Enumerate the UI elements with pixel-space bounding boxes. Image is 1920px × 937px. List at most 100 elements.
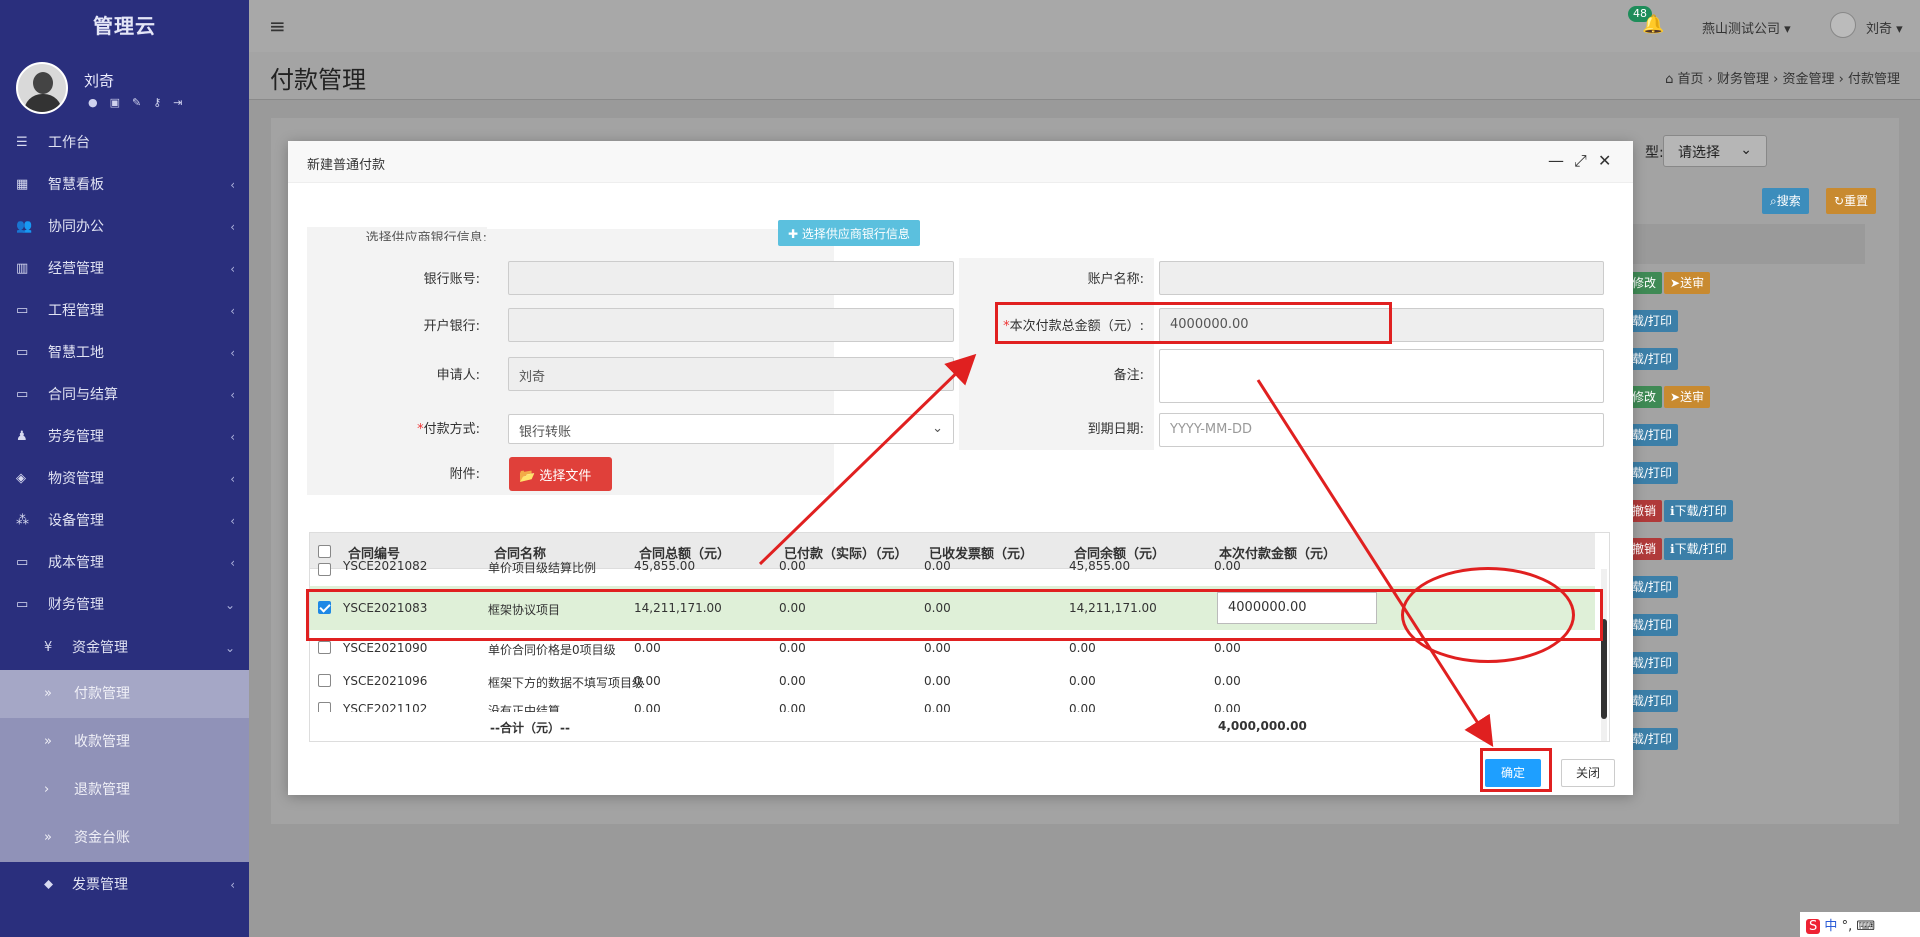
sidebar-item-contract[interactable]: ▭ 合同与结算 ‹ xyxy=(0,374,249,416)
pick-supplier-button[interactable]: ✚ 选择供应商银行信息 xyxy=(778,220,920,246)
sidebar-item-equipment[interactable]: ⁂ 设备管理 ‹ xyxy=(0,500,249,542)
topbar-avatar[interactable] xyxy=(1830,12,1856,38)
pay-method-select[interactable]: 银行转账 ⌄ xyxy=(508,414,954,444)
type-label: 型: xyxy=(1645,145,1664,161)
account-name-field[interactable] xyxy=(1159,261,1604,295)
sidebar-item-refund[interactable]: › 退款管理 xyxy=(0,766,249,814)
minimize-icon[interactable]: — xyxy=(1548,151,1564,170)
breadcrumb-payment: 付款管理 xyxy=(1847,72,1900,87)
chevron-left-icon: ‹ xyxy=(230,304,235,318)
bg-download-button[interactable]: 载/打印 xyxy=(1626,424,1679,446)
sidebar-item-engineering[interactable]: ▭ 工程管理 ‹ xyxy=(0,290,249,332)
breadcrumb-finance[interactable]: 财务管理 xyxy=(1717,72,1769,87)
choose-file-button[interactable]: 📂 选择文件 xyxy=(509,457,612,491)
row-checkbox[interactable] xyxy=(318,641,331,654)
bg-download-button[interactable]: 载/打印 xyxy=(1626,576,1679,598)
caret-down-icon: ▾ xyxy=(1896,22,1903,37)
reset-button[interactable]: ↻重置 xyxy=(1826,188,1877,214)
close-button[interactable]: 关闭 xyxy=(1561,759,1615,787)
double-chevron-icon: » xyxy=(44,830,52,845)
double-chevron-icon: » xyxy=(44,734,52,749)
sidebar-item-invoice[interactable]: ⬥ 发票管理 ‹ xyxy=(0,862,249,908)
row-checkbox[interactable] xyxy=(318,563,331,576)
bg-download-button[interactable]: 载/打印 xyxy=(1626,614,1679,636)
hamburger-icon[interactable]: ≡ xyxy=(269,14,286,38)
breadcrumb-fund[interactable]: 资金管理 xyxy=(1783,72,1835,87)
caret-down-icon: ▾ xyxy=(1784,22,1791,37)
refresh-icon: ↻ xyxy=(1834,194,1845,208)
sidebar-item-labor[interactable]: ♟ 劳务管理 ‹ xyxy=(0,416,249,458)
sidebar-item-finance[interactable]: ▭ 财务管理 ⌄ xyxy=(0,584,249,626)
applicant-field[interactable]: 刘奇 xyxy=(508,357,954,391)
bg-download-button[interactable]: ℹ下载/打印 xyxy=(1664,538,1733,560)
user-panel: 刘奇 ●▣✎⚷⇥ xyxy=(0,52,249,122)
user-icon[interactable]: ● xyxy=(88,96,110,109)
company-dropdown[interactable]: 燕山测试公司 ▾ xyxy=(1702,18,1791,37)
close-icon[interactable]: ✕ xyxy=(1598,151,1611,170)
bg-submit-button[interactable]: ➤送审 xyxy=(1664,272,1711,294)
key-icon[interactable]: ⚷ xyxy=(153,96,173,109)
sidebar-item-dashboard[interactable]: ▦ 智慧看板 ‹ xyxy=(0,164,249,206)
row-checkbox[interactable] xyxy=(318,674,331,687)
search-icon: ⌕ xyxy=(1770,194,1777,208)
bell-icon[interactable]: 🔔 xyxy=(1642,14,1664,35)
sidebar-item-business[interactable]: ▥ 经营管理 ‹ xyxy=(0,248,249,290)
bg-download-button[interactable]: 载/打印 xyxy=(1626,728,1679,750)
avatar[interactable] xyxy=(16,62,68,114)
row-checkbox[interactable] xyxy=(318,702,331,712)
sidebar-item-workbench[interactable]: ☰ 工作台 xyxy=(0,122,249,164)
bg-download-button[interactable]: 载/打印 xyxy=(1626,652,1679,674)
chevron-right-icon: › xyxy=(44,782,50,797)
edit-icon[interactable]: ✎ xyxy=(132,96,153,109)
topbar-user[interactable]: 刘奇 ▾ xyxy=(1866,18,1903,37)
table-row[interactable]: YSCE2021102 没有正中结算 0.00 0.00 0.00 0.00 0… xyxy=(310,698,1595,712)
bg-download-button[interactable]: ℹ下载/打印 xyxy=(1664,500,1733,522)
tag-icon: ⬥ xyxy=(44,877,54,892)
monitor-icon: ▭ xyxy=(16,303,29,318)
total-value: 4,000,000.00 xyxy=(1218,719,1307,733)
table-row[interactable]: YSCE2021096 框架下方的数据不填写项目级 0.00 0.00 0.00… xyxy=(310,665,1595,697)
chevron-left-icon: ‹ xyxy=(230,430,235,444)
new-payment-modal: 新建普通付款 — ⤢ ✕ 选择供应商银行信息: ✚ 选择供应商银行信息 银行账号… xyxy=(288,141,1633,795)
yen-icon: ¥ xyxy=(44,640,53,655)
type-select[interactable]: 请选择 ⌄ xyxy=(1663,135,1767,167)
select-all-checkbox[interactable] xyxy=(318,545,331,558)
bg-download-button[interactable]: 载/打印 xyxy=(1626,690,1679,712)
bank-field[interactable] xyxy=(508,308,954,342)
chart-icon: ▥ xyxy=(16,261,29,276)
monitor-icon: ▭ xyxy=(16,597,29,612)
remark-textarea[interactable] xyxy=(1159,349,1604,403)
bank-account-field[interactable] xyxy=(508,261,954,295)
bank-account-label: 银行账号: xyxy=(307,268,480,287)
sidebar-item-ledger[interactable]: » 资金台账 xyxy=(0,814,249,862)
bg-submit-button[interactable]: ➤送审 xyxy=(1664,386,1711,408)
logout-icon[interactable]: ⇥ xyxy=(173,96,194,109)
topbar: ≡ 48 🔔 燕山测试公司 ▾ 刘奇 ▾ xyxy=(249,0,1920,52)
maximize-icon[interactable]: ⤢ xyxy=(1574,151,1587,171)
breadcrumb-home[interactable]: 首页 xyxy=(1678,72,1704,87)
sidebar-item-smart-site[interactable]: ▭ 智慧工地 ‹ xyxy=(0,332,249,374)
attachment-label: 附件: xyxy=(307,463,480,482)
sidebar: 管理云 刘奇 ●▣✎⚷⇥ ☰ 工作台 ▦ 智慧看板 ‹ 👥 协同办公 ‹ ▥ 经营管理 ‹ ▭… xyxy=(0,0,249,937)
annotation-box-total xyxy=(995,302,1392,344)
caret-down-icon: ⌄ xyxy=(932,421,943,436)
bg-download-button[interactable]: 载/打印 xyxy=(1626,348,1679,370)
table-row[interactable]: YSCE2021082 单价项目级结算比例 45,855.00 0.00 0.0… xyxy=(310,559,1595,579)
sidebar-item-payment[interactable]: » 付款管理 xyxy=(0,670,249,718)
sidebar-item-material[interactable]: ◈ 物资管理 ‹ xyxy=(0,458,249,500)
chevron-left-icon: ‹ xyxy=(230,556,235,570)
annotation-box-confirm xyxy=(1480,748,1552,792)
bg-download-button[interactable]: 载/打印 xyxy=(1626,462,1679,484)
card-icon[interactable]: ▣ xyxy=(110,96,132,109)
search-button[interactable]: ⌕搜索 xyxy=(1762,188,1809,214)
sidebar-item-receipt[interactable]: » 收款管理 xyxy=(0,718,249,766)
sidebar-item-office[interactable]: 👥 协同办公 ‹ xyxy=(0,206,249,248)
due-date-field[interactable]: YYYY-MM-DD xyxy=(1159,413,1604,447)
sidebar-item-fund[interactable]: ¥ 资金管理 ⌄ xyxy=(0,626,249,670)
list-icon: ☰ xyxy=(16,135,28,150)
sidebar-item-cost[interactable]: ▭ 成本管理 ‹ xyxy=(0,542,249,584)
bg-download-button[interactable]: 载/打印 xyxy=(1626,310,1679,332)
ime-toolbar[interactable]: S 中 °, ⌨ xyxy=(1800,912,1920,937)
sidebar-user-name: 刘奇 xyxy=(84,72,115,90)
cube-icon: ◈ xyxy=(16,471,26,486)
